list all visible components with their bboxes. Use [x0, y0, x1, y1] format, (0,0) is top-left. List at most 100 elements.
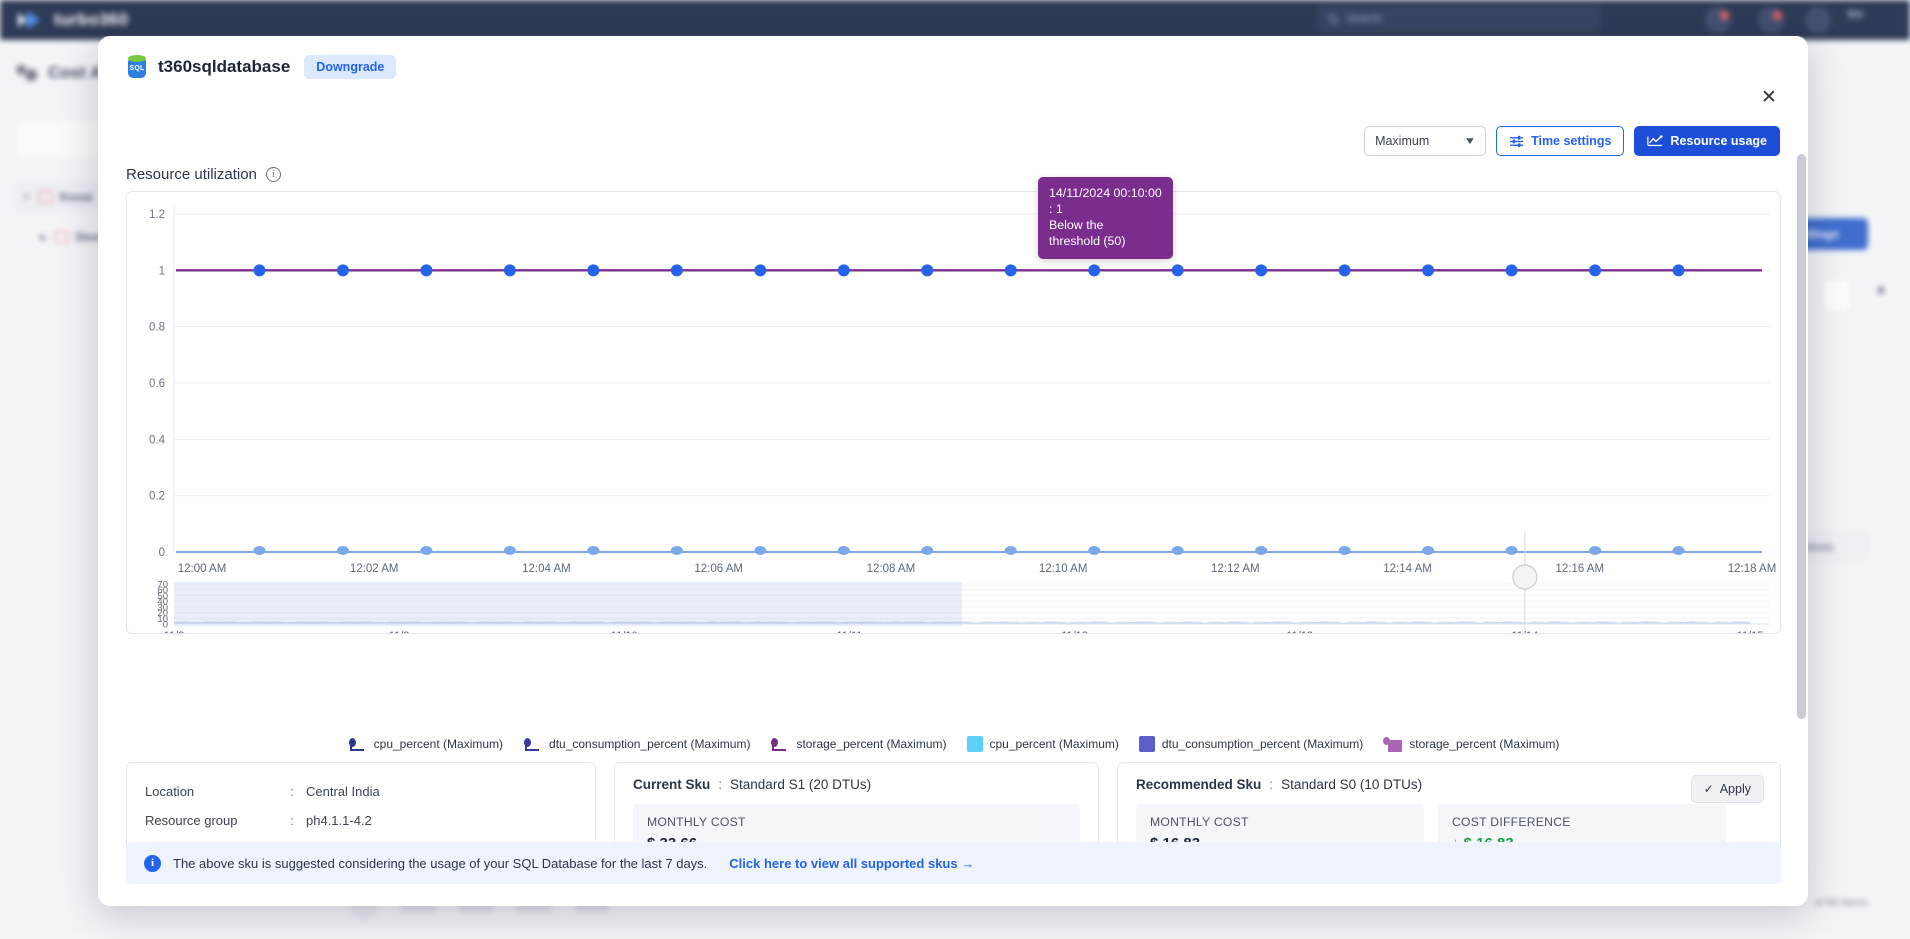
x-axis-tick-label: 12:18 AM [1728, 563, 1777, 575]
y-axis-tick-label: 0 [159, 547, 165, 559]
chart-data-point[interactable] [1672, 546, 1685, 555]
metric-aggregation-select[interactable]: Maximum ▼ [1364, 126, 1487, 156]
y-axis-tick-label: 1.2 [149, 209, 165, 221]
chart-data-point[interactable] [670, 546, 683, 555]
legend-label: dtu_consumption_percent (Maximum) [1161, 737, 1364, 751]
legend-item[interactable]: storage_percent (Maximum) [1383, 736, 1559, 752]
chart-data-point[interactable] [1004, 546, 1017, 555]
detail-value: ph4.1.1-4.2 [306, 813, 372, 829]
chart-data-point[interactable] [1338, 546, 1351, 555]
x-axis-tick-label: 12:04 AM [522, 563, 571, 575]
modal-scrollbar[interactable] [1797, 154, 1806, 874]
colon-separator: : [718, 777, 723, 792]
legend-square-swatch [966, 736, 983, 752]
resource-detail-modal: SQL t360sqldatabase Downgrade ✕ Maximum … [98, 36, 1808, 906]
chart-data-point[interactable] [253, 264, 266, 277]
x-axis-tick-label: 12:00 AM [178, 563, 227, 575]
legend-item[interactable]: storage_percent (Maximum) [770, 737, 947, 751]
range-selector-handle[interactable] [1512, 564, 1538, 590]
chart-data-point[interactable] [253, 546, 266, 555]
chart-data-point[interactable] [1505, 546, 1518, 555]
chart-data-point[interactable] [1422, 264, 1435, 277]
x-axis-tick-label: 12:08 AM [867, 563, 916, 575]
legend-label: dtu_consumption_percent (Maximum) [549, 737, 751, 751]
detail-row: Location: Central India [145, 777, 595, 806]
apply-button[interactable]: ✓ Apply [1690, 775, 1764, 803]
chart-data-point[interactable] [1505, 264, 1518, 277]
chart-controls: Maximum ▼ Time settings Resource usage [1364, 126, 1780, 156]
chart-data-point[interactable] [503, 264, 516, 277]
sql-database-icon: SQL [126, 55, 148, 79]
x-axis-tick-label: 12:10 AM [1039, 563, 1088, 575]
chart-data-point[interactable] [336, 264, 349, 277]
time-settings-button[interactable]: Time settings [1496, 126, 1625, 156]
resource-utilization-chart[interactable]: 0 0.2 0.4 0.6 0.8 1 1.2 12:00 AM 12:02 AM 12:04 … [126, 191, 1781, 634]
legend-item[interactable]: cpu_percent (Maximum) [348, 737, 503, 751]
trend-chart-icon [1647, 135, 1663, 147]
tooltip-line-2: : 1 [1049, 201, 1063, 216]
range-selector-x-tick: 11/12 [1061, 630, 1088, 633]
modal-title: t360sqldatabase [158, 57, 291, 76]
metric-aggregation-value: Maximum [1375, 134, 1430, 148]
range-selector-x-tick: 11/14 [1511, 630, 1538, 633]
chart-data-point[interactable] [754, 264, 767, 277]
chart-data-point[interactable] [754, 546, 767, 555]
range-selector-x-tick: 11/13 [1286, 630, 1313, 633]
chart-data-point[interactable] [837, 264, 850, 277]
chart-data-point[interactable] [503, 546, 516, 555]
info-icon[interactable]: i [265, 167, 281, 182]
range-selector-x-tick: 11/10 [611, 630, 638, 633]
chart-data-point[interactable] [921, 264, 934, 277]
chart-data-point[interactable] [1171, 546, 1184, 555]
chart-data-point[interactable] [1589, 264, 1602, 277]
detail-row: Resource group: ph4.1.1-4.2 [145, 806, 595, 835]
chart-data-point[interactable] [420, 264, 433, 277]
chart-data-point[interactable] [1088, 264, 1101, 277]
legend-item[interactable]: dtu_consumption_percent (Maximum) [1138, 736, 1364, 752]
x-axis-tick-label: 12:02 AM [350, 563, 399, 575]
legend-line-swatch [348, 737, 367, 751]
info-icon: i [144, 854, 161, 872]
chart-data-point[interactable] [1589, 546, 1602, 555]
banner-text: The above sku is suggested considering t… [173, 855, 708, 871]
x-axis-tick-label: 12:16 AM [1555, 563, 1604, 575]
scrollbar-thumb[interactable] [1797, 154, 1806, 719]
detail-key: Resource group [145, 813, 238, 829]
chart-data-point[interactable] [1255, 264, 1268, 277]
chart-data-point[interactable] [1672, 264, 1685, 277]
chart-data-point[interactable] [1171, 264, 1184, 277]
supported-skus-link[interactable]: Click here to view all supported skus → [729, 856, 974, 871]
legend-line-swatch [770, 737, 789, 751]
y-axis-tick-label: 0.6 [149, 378, 165, 390]
chart-data-point[interactable] [837, 546, 850, 555]
x-axis-tick-label: 12:14 AM [1383, 563, 1432, 575]
x-axis-tick-label: 12:12 AM [1211, 563, 1260, 575]
legend-area-swatch [1383, 736, 1403, 752]
chart-data-point[interactable] [420, 546, 433, 555]
legend-square-swatch [1138, 736, 1155, 752]
time-settings-label: Time settings [1531, 134, 1612, 148]
chart-data-point[interactable] [336, 546, 349, 555]
legend-item[interactable]: cpu_percent (Maximum) [966, 736, 1119, 752]
chart-legend: cpu_percent (Maximum) dtu_consumption_per… [126, 736, 1781, 752]
chart-canvas: 0 0.2 0.4 0.6 0.8 1 1.2 12:00 AM 12:02 AM 12:04 … [149, 206, 1777, 633]
colon-separator: : [290, 784, 294, 799]
chart-data-point[interactable] [1338, 264, 1351, 277]
range-selector-y-tick: 0 [163, 620, 168, 631]
current-sku-heading: Current Sku : Standard S1 (20 DTUs) [615, 763, 1098, 792]
resource-usage-button[interactable]: Resource usage [1634, 126, 1780, 156]
cost-difference-label: COST DIFFERENCE [1452, 815, 1571, 829]
check-icon: ✓ [1703, 782, 1714, 796]
chart-data-point[interactable] [1422, 546, 1435, 555]
chart-data-point[interactable] [1255, 546, 1268, 555]
chart-data-point[interactable] [1004, 264, 1017, 277]
chart-data-point[interactable] [587, 546, 600, 555]
chart-data-point[interactable] [670, 264, 683, 277]
chart-data-point[interactable] [921, 546, 934, 555]
legend-item[interactable]: dtu_consumption_percent (Maximum) [523, 737, 750, 751]
close-button[interactable]: ✕ [1756, 84, 1782, 110]
chart-data-point[interactable] [1088, 546, 1101, 555]
info-banner: i The above sku is suggested considering… [126, 842, 1781, 884]
y-axis-tick-label: 0.2 [149, 491, 165, 503]
chart-data-point[interactable] [587, 264, 600, 277]
